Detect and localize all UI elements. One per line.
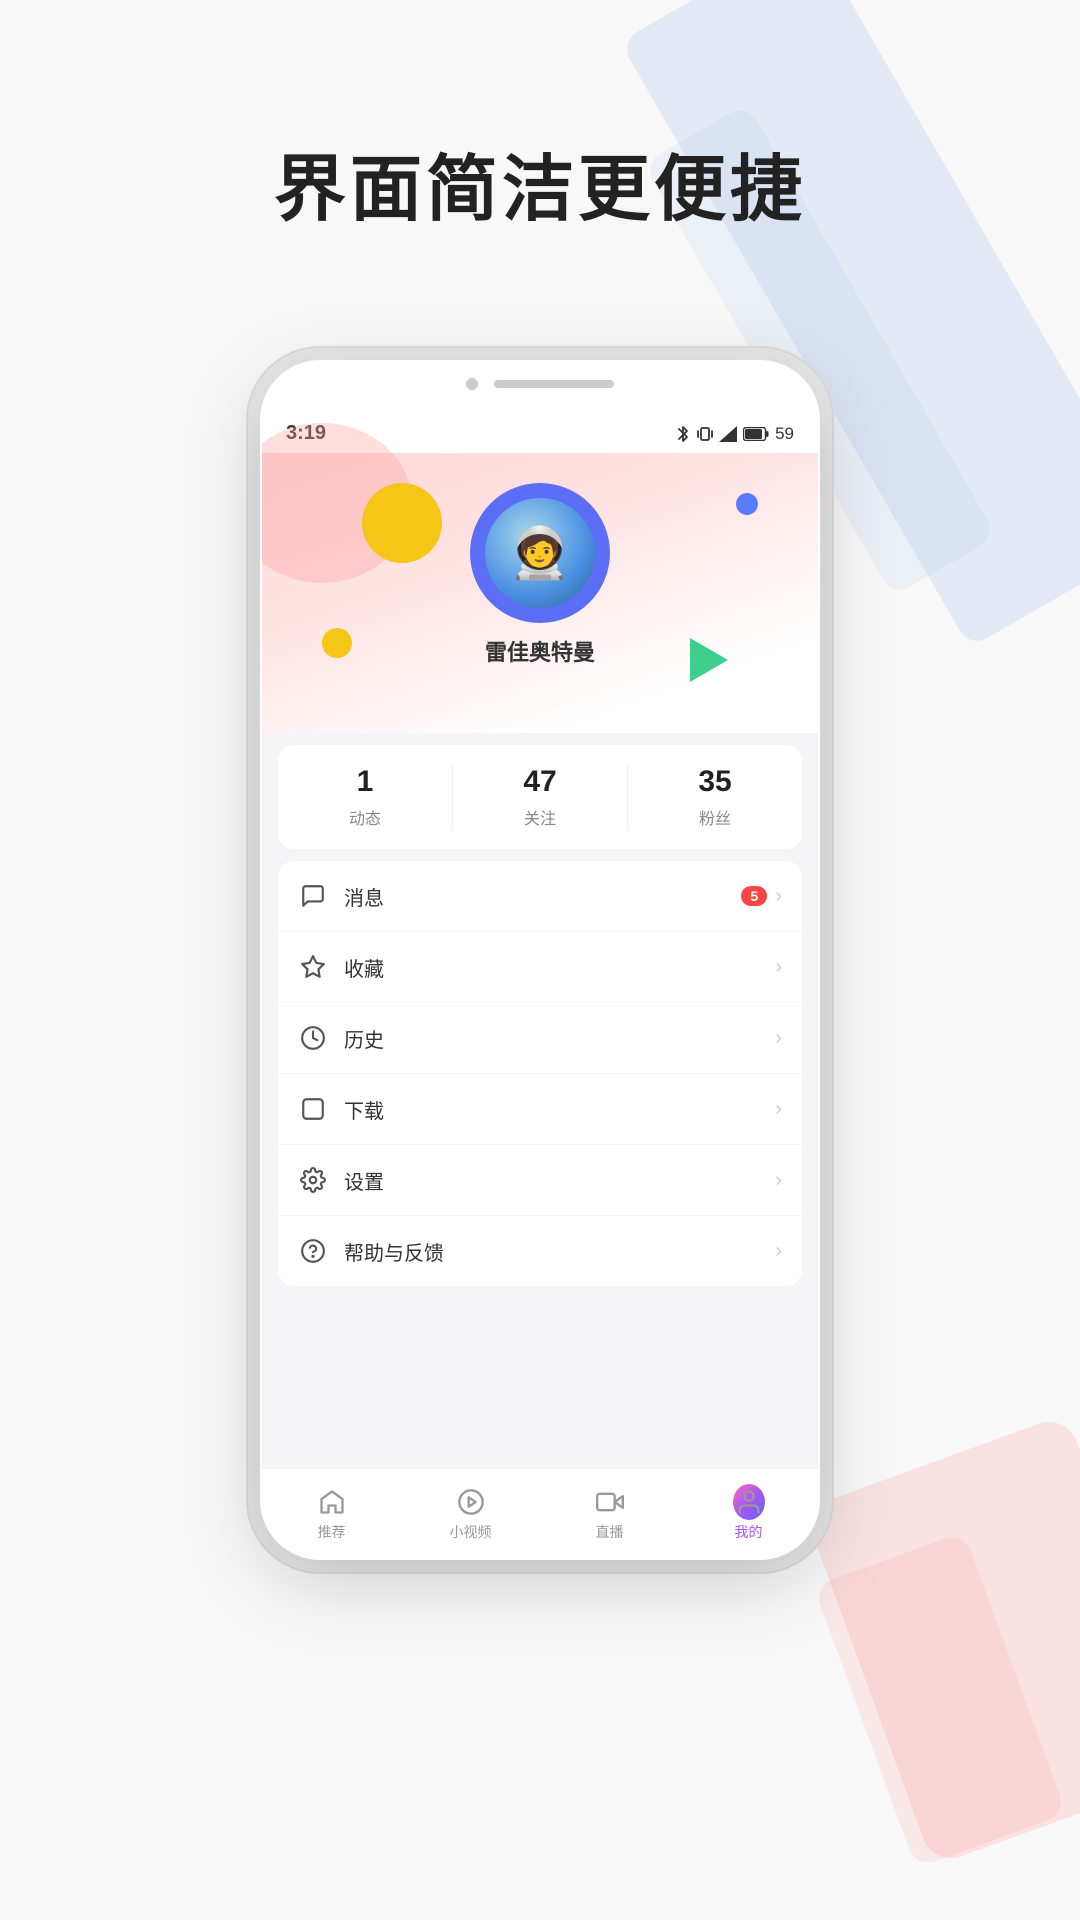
profile-avatar-nav [733, 1486, 765, 1518]
message-badge: 5 [741, 886, 767, 906]
help-icon [298, 1236, 328, 1266]
chevron-icon: › [775, 1169, 782, 1192]
stat-fans-label: 粉丝 [699, 805, 731, 829]
nav-live[interactable]: 直播 [540, 1469, 679, 1558]
chevron-icon: › [775, 956, 782, 979]
menu-label-help: 帮助与反馈 [344, 1237, 775, 1266]
menu-label-message: 消息 [344, 882, 741, 911]
battery-icon [743, 427, 769, 441]
phone-camera-dot [466, 378, 478, 390]
page-title: 界面简洁更便捷 [0, 130, 1080, 235]
nav-recommend-label: 推荐 [318, 1522, 346, 1542]
vibrate-icon [697, 425, 713, 443]
menu-item-history[interactable]: 历史 › [278, 1003, 802, 1074]
nav-short-video[interactable]: 小视频 [401, 1469, 540, 1558]
stat-fans[interactable]: 35 粉丝 [628, 765, 802, 829]
phone-mockup: 3:19 [260, 360, 820, 1560]
stats-card: 1 动态 47 关注 35 粉丝 [278, 745, 802, 849]
avatar-image: 🧑‍🚀 [485, 498, 595, 608]
menu-item-help[interactable]: 帮助与反馈 › [278, 1216, 802, 1286]
stat-posts[interactable]: 1 动态 [278, 765, 453, 829]
chevron-icon: › [775, 1027, 782, 1050]
stat-following[interactable]: 47 关注 [453, 765, 628, 829]
stat-following-value: 47 [523, 765, 556, 799]
battery-level: 59 [775, 424, 794, 444]
chevron-icon: › [775, 1240, 782, 1263]
video-icon [594, 1486, 626, 1518]
avatar-wrapper[interactable]: 🧑‍🚀 雷佳奥特曼 [262, 483, 818, 667]
star-icon [298, 952, 328, 982]
clock-icon [298, 1023, 328, 1053]
nav-short-video-label: 小视频 [450, 1522, 492, 1542]
menu-list: 消息 5 › 收藏 › 历史 › [278, 861, 802, 1286]
nav-recommend[interactable]: 推荐 [262, 1469, 401, 1558]
menu-label-download: 下载 [344, 1095, 775, 1124]
nav-mine-label: 我的 [735, 1522, 763, 1542]
stat-posts-label: 动态 [349, 805, 381, 829]
bluetooth-icon [675, 425, 691, 443]
menu-item-download[interactable]: 下载 › [278, 1074, 802, 1145]
chevron-icon: › [775, 1098, 782, 1121]
signal-icon [719, 426, 737, 442]
avatar-astronaut: 🧑‍🚀 [485, 498, 595, 608]
menu-label-settings: 设置 [344, 1166, 775, 1195]
app-screen: 3:19 [262, 410, 818, 1558]
chat-icon [298, 881, 328, 911]
chevron-icon: › [775, 885, 782, 908]
menu-item-settings[interactable]: 设置 › [278, 1145, 802, 1216]
home-icon [316, 1486, 348, 1518]
status-icons: 59 [675, 424, 794, 444]
nav-live-label: 直播 [596, 1522, 624, 1542]
settings-icon [298, 1165, 328, 1195]
menu-item-favorites[interactable]: 收藏 › [278, 932, 802, 1003]
stat-posts-value: 1 [357, 765, 374, 799]
menu-label-favorites: 收藏 [344, 953, 775, 982]
nav-mine[interactable]: 我的 [679, 1469, 818, 1558]
stat-following-label: 关注 [524, 805, 556, 829]
phone-speaker-bar [494, 380, 614, 388]
avatar-background: 🧑‍🚀 [470, 483, 610, 623]
stat-fans-value: 35 [698, 765, 731, 799]
play-circle-icon [455, 1486, 487, 1518]
bottom-navigation: 推荐 小视频 直播 [262, 1468, 818, 1558]
profile-username: 雷佳奥特曼 [485, 635, 595, 667]
menu-item-message[interactable]: 消息 5 › [278, 861, 802, 932]
phone-notch [466, 378, 614, 390]
download-icon [298, 1094, 328, 1124]
profile-header: 🧑‍🚀 雷佳奥特曼 [262, 453, 818, 733]
menu-label-history: 历史 [344, 1024, 775, 1053]
